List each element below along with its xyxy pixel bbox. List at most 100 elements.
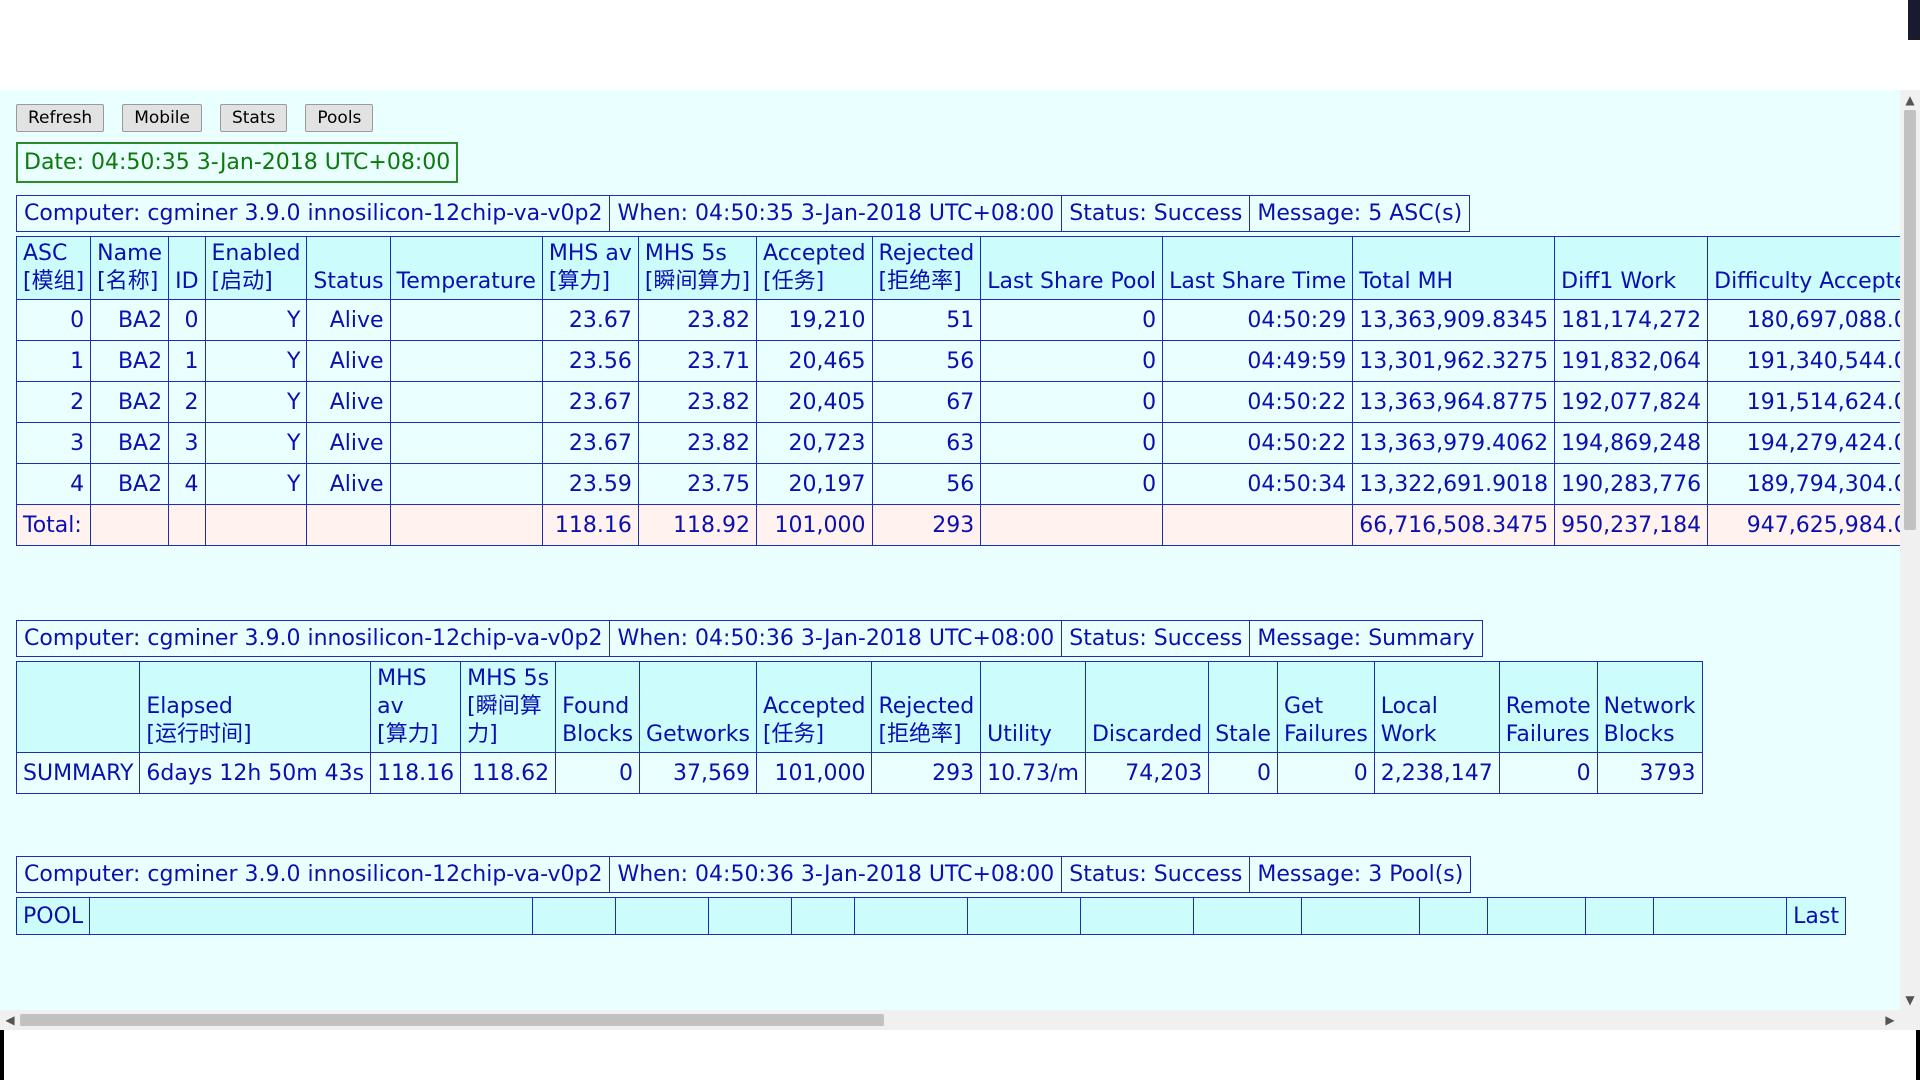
table-cell: 0 bbox=[1208, 752, 1278, 794]
pool-header bbox=[791, 897, 856, 935]
table-cell: 194,279,424.00 bbox=[1707, 422, 1900, 464]
table-cell: 23.82 bbox=[637, 422, 758, 464]
summary-header: Accepted [任务] bbox=[755, 661, 873, 753]
pool-table: POOL Last bbox=[15, 897, 1846, 935]
table-cell: 189,794,304.00 bbox=[1707, 463, 1900, 505]
asc-header: Diff1 Work bbox=[1554, 236, 1709, 300]
pool-message: Message: 3 Pool(s) bbox=[1249, 856, 1472, 893]
window-edge-left bbox=[0, 1030, 4, 1080]
pool-header: Last bbox=[1786, 897, 1846, 935]
table-cell: 192,077,824 bbox=[1554, 381, 1709, 423]
table-cell: 118.62 bbox=[460, 752, 557, 794]
table-cell: 0 bbox=[1276, 752, 1375, 794]
pools-button[interactable]: Pools bbox=[305, 104, 374, 132]
asc-header: MHS av [算力] bbox=[541, 236, 639, 300]
pool-header bbox=[1419, 897, 1489, 935]
table-cell: BA2 bbox=[90, 463, 170, 505]
table-cell: Alive bbox=[306, 299, 391, 341]
table-cell: 23.67 bbox=[541, 299, 639, 341]
table-row: SUMMARY 6days 12h 50m 43s 118.16 118.62 … bbox=[15, 752, 1703, 794]
date-display: Date: 04:50:35 3-Jan-2018 UTC+08:00 bbox=[16, 142, 459, 183]
scroll-right-icon[interactable]: ▶ bbox=[1880, 1010, 1900, 1030]
table-row: 3 BA2 3 Y Alive 23.67 23.82 20,723 63 0 … bbox=[15, 422, 1900, 464]
table-cell: 37,569 bbox=[639, 752, 757, 794]
table-cell bbox=[168, 504, 206, 546]
summary-header: Get Failures bbox=[1276, 661, 1375, 753]
pool-header bbox=[1487, 897, 1587, 935]
asc-header: Temperature bbox=[389, 236, 543, 300]
total-row: Total: 118.16 118.92 101,000 293 66,716,… bbox=[15, 504, 1900, 546]
asc-header: Name [名称] bbox=[90, 236, 170, 300]
table-cell: 23.67 bbox=[541, 381, 639, 423]
pool-header: POOL bbox=[15, 897, 91, 935]
scroll-down-icon[interactable]: ▼ bbox=[1900, 990, 1920, 1010]
table-cell: 293 bbox=[871, 752, 982, 794]
scroll-up-icon[interactable]: ▲ bbox=[1900, 90, 1920, 110]
table-cell: 0 bbox=[980, 422, 1164, 464]
table-cell: 04:50:22 bbox=[1162, 381, 1354, 423]
nav-buttons: Refresh Mobile Stats Pools bbox=[16, 104, 1900, 132]
table-cell: 23.82 bbox=[637, 299, 758, 341]
scroll-left-icon[interactable]: ◀ bbox=[0, 1010, 20, 1030]
summary-header: Found Blocks bbox=[555, 661, 641, 753]
table-cell: 67 bbox=[871, 381, 982, 423]
summary-header: Utility bbox=[980, 661, 1086, 753]
vertical-scroll-thumb[interactable] bbox=[1904, 110, 1916, 530]
vertical-scrollbar[interactable]: ▲ ▼ bbox=[1900, 90, 1920, 1010]
asc-message: Message: 5 ASC(s) bbox=[1249, 195, 1471, 232]
pool-header bbox=[1653, 897, 1788, 935]
table-cell: BA2 bbox=[90, 422, 170, 464]
mobile-button[interactable]: Mobile bbox=[122, 104, 202, 132]
pool-header bbox=[708, 897, 793, 935]
asc-header: Difficulty Accepted bbox=[1707, 236, 1900, 300]
table-cell: 947,625,984.00 bbox=[1707, 504, 1900, 546]
table-cell: 3 bbox=[168, 422, 206, 464]
table-cell: 66,716,508.3475 bbox=[1352, 504, 1556, 546]
pool-header bbox=[1301, 897, 1421, 935]
pool-info-bar: Computer: cgminer 3.9.0 innosilicon-12ch… bbox=[15, 856, 1472, 893]
table-cell: Y bbox=[204, 340, 308, 382]
table-cell: 63 bbox=[871, 422, 982, 464]
table-cell bbox=[389, 299, 543, 341]
page-viewport: Refresh Mobile Stats Pools Date: 04:50:3… bbox=[0, 90, 1900, 1010]
table-cell: Y bbox=[204, 463, 308, 505]
refresh-button[interactable]: Refresh bbox=[16, 104, 105, 132]
table-cell: 0 bbox=[1498, 752, 1598, 794]
table-cell: 20,405 bbox=[756, 381, 873, 423]
table-cell: 13,363,979.4062 bbox=[1352, 422, 1556, 464]
horizontal-scrollbar[interactable]: ◀ ▶ bbox=[0, 1010, 1900, 1030]
summary-header: MHS 5s [瞬间算 力] bbox=[460, 661, 557, 753]
asc-header-row: ASC [模组] Name [名称] ID Enabled [启动] Status T… bbox=[15, 236, 1900, 300]
table-cell: Y bbox=[204, 381, 308, 423]
table-cell: Total: bbox=[15, 504, 92, 546]
window-edge bbox=[1908, 0, 1920, 40]
pool-header bbox=[532, 897, 617, 935]
asc-header: Last Share Pool bbox=[980, 236, 1164, 300]
page-content: Refresh Mobile Stats Pools Date: 04:50:3… bbox=[15, 104, 1900, 935]
table-cell: 23.82 bbox=[637, 381, 758, 423]
horizontal-scroll-thumb[interactable] bbox=[20, 1014, 884, 1026]
table-cell: 23.59 bbox=[541, 463, 639, 505]
table-cell: 56 bbox=[871, 340, 982, 382]
summary-header: MHS av [算力] bbox=[370, 661, 462, 753]
asc-header: ASC [模组] bbox=[15, 236, 92, 300]
stats-button[interactable]: Stats bbox=[219, 104, 288, 132]
table-cell: 04:50:22 bbox=[1162, 422, 1354, 464]
scrollbar-corner bbox=[1900, 1010, 1920, 1030]
summary-header: Stale bbox=[1208, 661, 1278, 753]
table-cell: 0 bbox=[168, 299, 206, 341]
pool-header bbox=[967, 897, 1082, 935]
table-cell: 20,197 bbox=[756, 463, 873, 505]
table-cell: 194,869,248 bbox=[1554, 422, 1709, 464]
table-cell: 293 bbox=[871, 504, 982, 546]
table-cell bbox=[306, 504, 391, 546]
table-cell: 23.67 bbox=[541, 422, 639, 464]
table-cell: 74,203 bbox=[1084, 752, 1210, 794]
summary-header: Elapsed [运行时间] bbox=[139, 661, 372, 753]
window-edge-right bbox=[1916, 1030, 1920, 1080]
table-cell: 101,000 bbox=[755, 752, 873, 794]
pool-header-row: POOL Last bbox=[15, 897, 1846, 935]
summary-computer: Computer: cgminer 3.9.0 innosilicon-12ch… bbox=[15, 620, 611, 657]
table-cell: 1 bbox=[15, 340, 92, 382]
table-row: 0 BA2 0 Y Alive 23.67 23.82 19,210 51 0 … bbox=[15, 299, 1900, 341]
